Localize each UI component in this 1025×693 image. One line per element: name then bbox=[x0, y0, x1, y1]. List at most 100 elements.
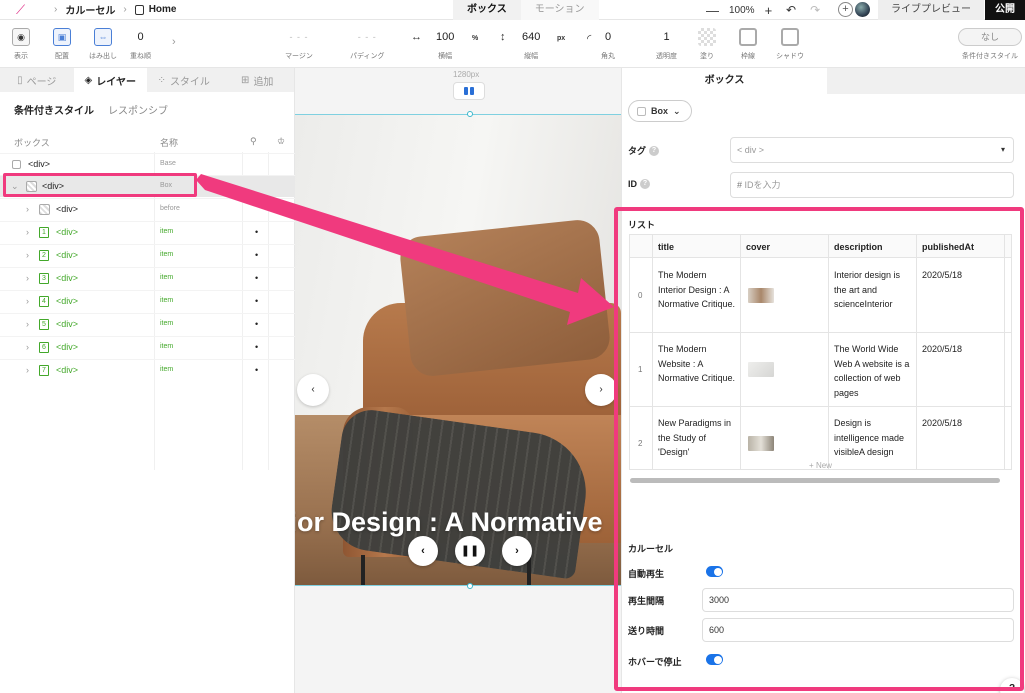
overflow-icon: ⇔ bbox=[94, 28, 112, 46]
design-canvas[interactable]: 1280px rior Design : A Normative ‹ › ‹ ❚… bbox=[295, 68, 621, 693]
tab-add[interactable]: ⊞ 追加 bbox=[221, 68, 295, 92]
chevron-right-icon[interactable]: › bbox=[26, 250, 29, 260]
tag-select[interactable]: < div > ▾ bbox=[730, 137, 1014, 163]
radius-value[interactable]: 0 bbox=[605, 28, 611, 46]
chevron-right-icon[interactable]: › bbox=[26, 273, 29, 283]
carousel-pause-button[interactable]: ❚❚ bbox=[455, 536, 485, 566]
layer-row[interactable]: › 1 <div> item • bbox=[0, 221, 295, 243]
resize-handle[interactable] bbox=[467, 111, 473, 117]
chevron-right-icon[interactable]: › bbox=[26, 319, 29, 329]
tab-motion[interactable]: モーション bbox=[520, 0, 599, 20]
layer-row[interactable]: › 4 <div> item • bbox=[0, 290, 295, 312]
breadcrumb-page[interactable]: Home bbox=[149, 4, 177, 15]
chevron-right-icon[interactable]: › bbox=[26, 296, 29, 306]
motion-icon[interactable]: ♔ bbox=[277, 136, 285, 147]
conditional-style-control[interactable]: なし 条件付きスタイル bbox=[958, 28, 1022, 61]
tab-layers[interactable]: ◈ レイヤー bbox=[73, 68, 147, 92]
breadcrumb-project[interactable]: カルーセル bbox=[65, 2, 115, 17]
layer-row[interactable]: › 3 <div> item • bbox=[0, 267, 295, 289]
tab-conditional-style[interactable]: 条件付きスタイル bbox=[14, 102, 94, 117]
height-unit[interactable]: px bbox=[557, 35, 565, 42]
zoom-in-button[interactable]: + bbox=[765, 3, 773, 18]
zoom-value: 100% bbox=[729, 4, 755, 16]
width-unit[interactable]: % bbox=[472, 35, 478, 42]
redo-icon[interactable]: ↷ bbox=[810, 3, 820, 17]
carousel-prev-button[interactable]: ‹ bbox=[408, 536, 438, 566]
width-value[interactable]: 100 bbox=[436, 28, 454, 46]
zorder-control[interactable]: 0 重ね順 bbox=[130, 28, 151, 61]
help-icon[interactable]: ? bbox=[649, 145, 660, 156]
fill-label: 塗り bbox=[700, 53, 714, 60]
editor-mode-tabs: ボックス モーション bbox=[453, 0, 599, 20]
app-logo-icon[interactable]: ⟋ bbox=[16, 2, 34, 18]
chevron-right-icon[interactable]: › bbox=[26, 365, 29, 375]
carousel-next-button[interactable]: › bbox=[502, 536, 532, 566]
undo-icon[interactable]: ↶ bbox=[786, 3, 796, 17]
chevron-right-icon[interactable]: › bbox=[26, 342, 29, 352]
publish-button[interactable]: 公開 bbox=[985, 0, 1025, 20]
id-input[interactable]: # IDを入力 bbox=[730, 172, 1014, 198]
carousel-next-arrow[interactable]: › bbox=[585, 374, 617, 406]
breakpoint-handle[interactable] bbox=[453, 82, 485, 100]
shadow-control[interactable]: シャドウ bbox=[776, 28, 804, 61]
component-select[interactable]: Box ⌄ bbox=[628, 100, 692, 122]
overflow-control[interactable]: ⇔ はみ出し bbox=[89, 28, 117, 61]
height-control[interactable]: 640 縦幅 bbox=[522, 28, 540, 61]
fill-transparent-icon bbox=[698, 28, 716, 46]
item-index-icon: 1 bbox=[39, 227, 49, 238]
styles-icon: ⁘ bbox=[157, 74, 166, 86]
layer-row[interactable]: › 2 <div> item • bbox=[0, 244, 295, 266]
layer-row[interactable]: › <div> before bbox=[0, 198, 295, 220]
radius-control[interactable]: 0 角丸 bbox=[601, 28, 615, 61]
padding-box-icon: - ‐ - bbox=[357, 32, 377, 42]
layer-row[interactable]: › 6 <div> item • bbox=[0, 336, 295, 358]
help-icon[interactable]: ? bbox=[640, 179, 650, 189]
add-collaborator-icon[interactable]: + bbox=[838, 2, 853, 17]
layer-name: item bbox=[160, 320, 174, 327]
fill-control[interactable]: 塗り bbox=[698, 28, 716, 61]
width-control[interactable]: 100 横幅 bbox=[436, 28, 454, 61]
layer-dot: • bbox=[255, 342, 259, 352]
tab-box-properties[interactable]: ボックス bbox=[622, 68, 827, 94]
layer-row[interactable]: <div> Base bbox=[0, 153, 295, 175]
collaborators: + bbox=[838, 2, 870, 17]
border-control[interactable]: 枠線 bbox=[739, 28, 757, 61]
sofa-leg bbox=[361, 555, 365, 585]
avatar[interactable] bbox=[855, 2, 870, 17]
opacity-value[interactable]: 1 bbox=[663, 28, 669, 46]
live-preview-button[interactable]: ライブプレビュー bbox=[878, 0, 984, 20]
carousel-prev-arrow[interactable]: ‹ bbox=[297, 374, 329, 406]
chevron-right-icon[interactable]: › bbox=[26, 204, 29, 214]
zoom-control: — 100% + bbox=[706, 0, 772, 20]
resize-handle[interactable] bbox=[467, 583, 473, 589]
padding-control[interactable]: - ‐ - パディング bbox=[350, 28, 385, 61]
margin-control[interactable]: - ‐ - マージン bbox=[282, 28, 316, 61]
visibility-icon[interactable]: ⚲ bbox=[250, 136, 257, 147]
layer-row[interactable]: › 5 <div> item • bbox=[0, 313, 295, 335]
tab-box[interactable]: ボックス bbox=[453, 0, 521, 20]
tab-pages[interactable]: ▯ ページ bbox=[0, 68, 74, 92]
layer-checkbox[interactable] bbox=[12, 160, 21, 169]
conditional-style-value[interactable]: なし bbox=[958, 28, 1022, 46]
layer-name: before bbox=[160, 205, 180, 212]
placement-control[interactable]: ▣ 配置 bbox=[53, 28, 71, 61]
chevron-right-icon[interactable]: › bbox=[172, 36, 176, 48]
tab-responsive[interactable]: レスポンシブ bbox=[108, 102, 168, 117]
layer-dot: • bbox=[255, 273, 259, 283]
item-index-icon: 6 bbox=[39, 342, 49, 353]
zorder-label: 重ね順 bbox=[130, 53, 151, 60]
carousel-slide-image[interactable]: rior Design : A Normative bbox=[295, 114, 621, 586]
border-label: 枠線 bbox=[741, 53, 755, 60]
height-value[interactable]: 640 bbox=[522, 28, 540, 46]
display-control[interactable]: ◉ 表示 bbox=[12, 28, 30, 61]
layer-tag: <div> bbox=[56, 227, 79, 237]
layer-row[interactable]: › 7 <div> item • bbox=[0, 359, 295, 381]
layer-tag: <div> bbox=[28, 159, 51, 169]
chevron-right-icon[interactable]: › bbox=[26, 227, 29, 237]
layer-tag: <div> bbox=[56, 342, 79, 352]
layer-name: item bbox=[160, 297, 174, 304]
opacity-control[interactable]: 1 透明度 bbox=[656, 28, 677, 61]
zoom-out-button[interactable]: — bbox=[706, 3, 719, 18]
tab-styles[interactable]: ⁘ スタイル bbox=[147, 68, 221, 92]
layer-name: item bbox=[160, 274, 174, 281]
